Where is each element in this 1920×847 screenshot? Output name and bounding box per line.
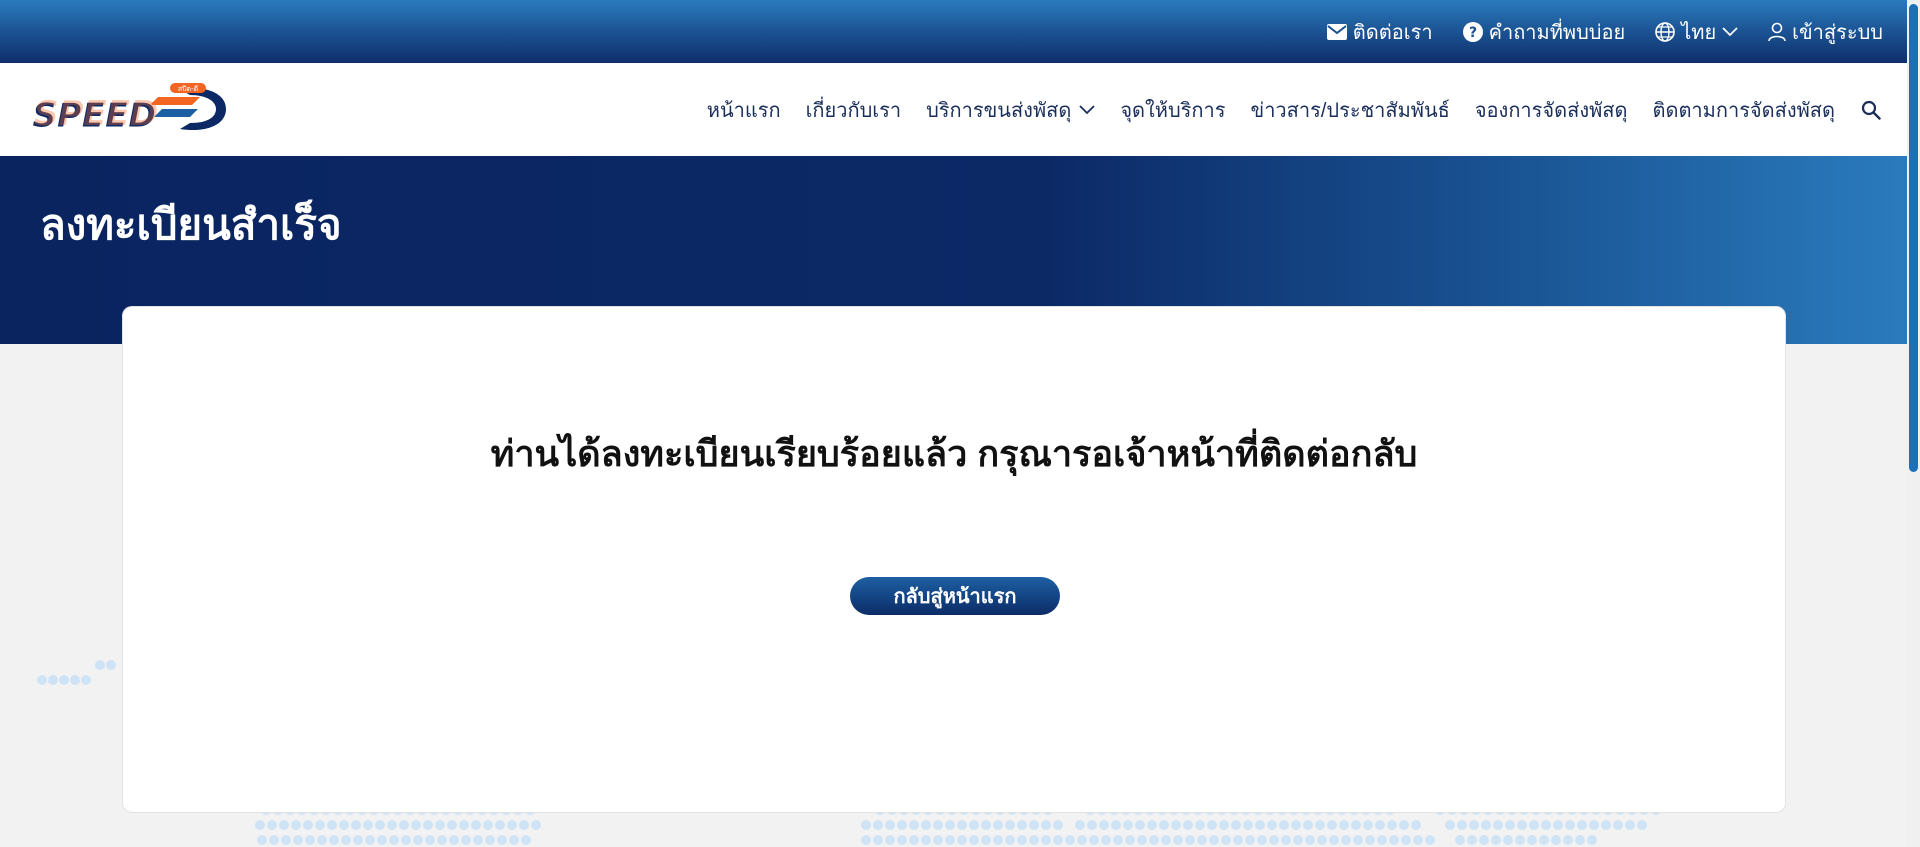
nav-item-book-shipment[interactable]: จองการจัดส่งพัสดุ <box>1475 94 1628 126</box>
top-utility-bar: ติดต่อเรา ? คำถามที่พบบ่อย ไทย เข้าสู่ระ… <box>0 0 1907 63</box>
logo-small-text: สปีด-ดี <box>178 85 198 93</box>
success-message: ท่านได้ลงทะเบียนเรียบร้อยแล้ว กรุณารอเจ้… <box>490 433 1418 474</box>
faq-label: คำถามที่พบบ่อย <box>1488 21 1626 44</box>
scrollbar[interactable] <box>1907 0 1920 847</box>
search-button[interactable] <box>1861 100 1881 120</box>
login-label: เข้าสู่ระบบ <box>1792 21 1883 44</box>
svg-text:SPEED: SPEED <box>34 94 158 134</box>
nav-item-track-shipment[interactable]: ติดตามการจัดส่งพัสดุ <box>1652 94 1835 126</box>
success-card: ท่านได้ลงทะเบียนเรียบร้อยแล้ว กรุณารอเจ้… <box>122 306 1786 813</box>
language-selector[interactable]: ไทย <box>1655 16 1738 48</box>
contact-link[interactable]: ติดต่อเรา <box>1326 16 1433 48</box>
nav-label: เกี่ยวกับเรา <box>805 99 902 122</box>
nav-label: จุดให้บริการ <box>1120 99 1226 122</box>
nav-item-home[interactable]: หน้าแรก <box>707 94 781 126</box>
nav-label: จองการจัดส่งพัสดุ <box>1474 99 1628 122</box>
chevron-down-icon <box>1079 104 1095 114</box>
globe-icon <box>1655 21 1676 42</box>
question-circle-icon: ? <box>1462 21 1483 42</box>
language-label: ไทย <box>1681 21 1717 44</box>
user-icon <box>1768 22 1786 41</box>
back-to-home-button[interactable]: กลับสู่หน้าแรก <box>850 577 1060 615</box>
scrollbar-thumb[interactable] <box>1909 4 1918 472</box>
svg-text:?: ? <box>1469 25 1477 41</box>
nav-item-services[interactable]: บริการขนส่งพัสดุ <box>926 94 1095 126</box>
nav-item-news[interactable]: ข่าวสาร/ประชาสัมพันธ์ <box>1251 94 1450 126</box>
search-icon <box>1861 100 1881 120</box>
login-link[interactable]: เข้าสู่ระบบ <box>1768 16 1883 48</box>
nav-label: บริการขนส่งพัสดุ <box>926 99 1072 122</box>
page-title: ลงทะเบียนสำเร็จ <box>40 201 342 248</box>
envelope-icon <box>1326 23 1347 40</box>
nav-item-service-points[interactable]: จุดให้บริการ <box>1120 94 1225 126</box>
speed-d-logo[interactable]: SPEED SPEED สปีด-ดี <box>30 83 230 137</box>
nav-label: ข่าวสาร/ประชาสัมพันธ์ <box>1250 99 1450 122</box>
faq-link[interactable]: ? คำถามที่พบบ่อย <box>1462 16 1626 48</box>
nav-menu: หน้าแรก เกี่ยวกับเรา บริการขนส่งพัสดุ จุ… <box>682 63 1881 156</box>
main-navbar: SPEED SPEED สปีด-ดี หน้าแรก เกี่ยวกับเรา… <box>0 63 1907 156</box>
chevron-down-icon <box>1722 26 1738 36</box>
nav-label: หน้าแรก <box>706 99 781 122</box>
nav-item-about[interactable]: เกี่ยวกับเรา <box>806 94 902 126</box>
contact-label: ติดต่อเรา <box>1352 21 1433 44</box>
nav-label: ติดตามการจัดส่งพัสดุ <box>1652 99 1835 122</box>
